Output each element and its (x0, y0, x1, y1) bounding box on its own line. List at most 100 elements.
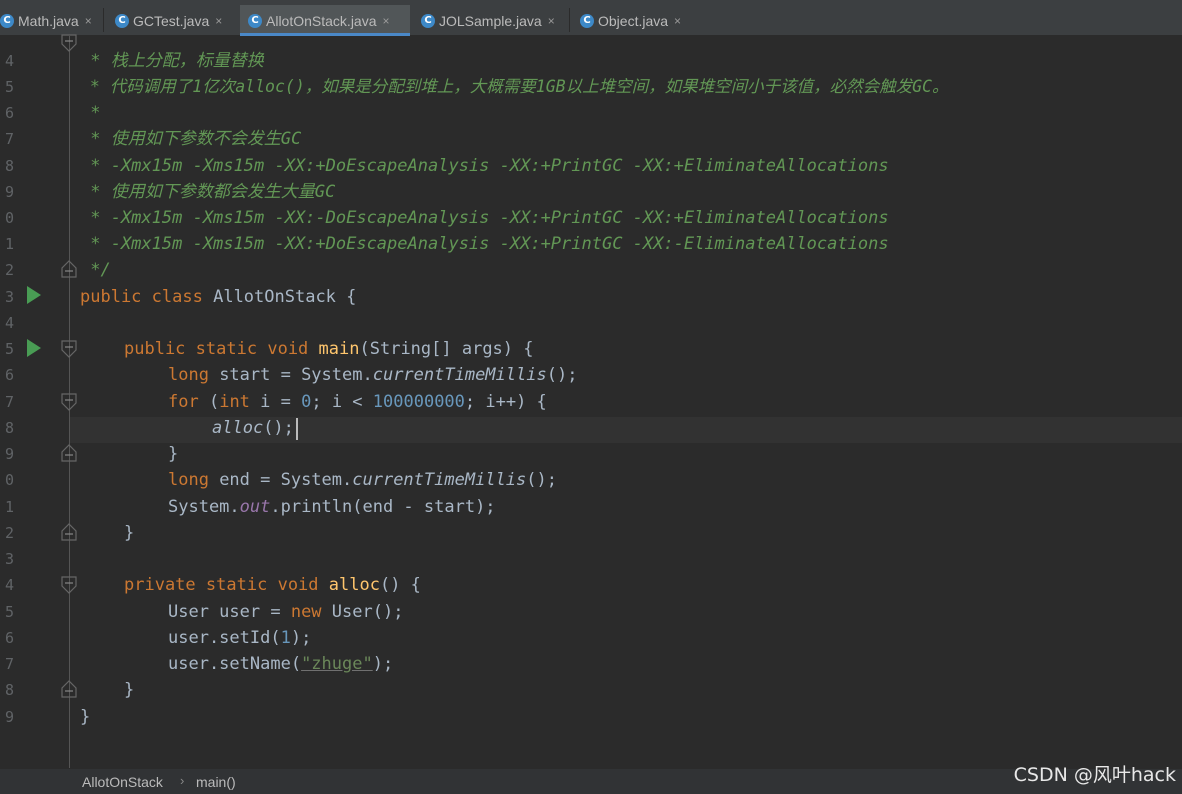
java-class-icon: C (115, 13, 129, 28)
code-text: user.setId( (168, 628, 281, 648)
code-text: User user = (168, 602, 291, 622)
fold-end-icon[interactable] (61, 523, 77, 541)
line-number: 3 (4, 550, 14, 568)
code-line-alloc-call: alloc(); (212, 415, 294, 441)
code-line-close-brace: } (168, 444, 179, 464)
code-keyword: long (168, 365, 209, 385)
run-class-icon[interactable] (27, 286, 41, 304)
line-number: 5 (4, 78, 14, 96)
code-comment-line: * (80, 103, 101, 123)
line-number: 0 (4, 471, 14, 489)
code-text: ( (198, 392, 220, 412)
code-text: start = System. (208, 365, 373, 385)
tab-jolsample-java[interactable]: C JOLSample.java × (421, 5, 566, 36)
line-number: 9 (4, 445, 14, 463)
tab-label: AllotOnStack.java (266, 12, 377, 29)
tab-divider (569, 8, 570, 32)
fold-icon[interactable] (61, 34, 77, 52)
code-number: 0 (301, 392, 312, 412)
close-icon[interactable]: × (548, 14, 555, 28)
code-text: end = System. (208, 470, 353, 490)
close-icon[interactable]: × (383, 14, 390, 28)
tab-label: GCTest.java (133, 12, 210, 29)
line-number: 2 (4, 524, 14, 542)
tab-allotonstack-java[interactable]: C AllotOnStack.java × (240, 5, 410, 36)
code-keyword: void (267, 339, 309, 359)
code-keyword: int (219, 392, 250, 412)
java-class-icon: C (580, 13, 594, 28)
breadcrumb: AllotOnStack › main() (0, 768, 1182, 794)
code-comment-line: * -Xmx15m -Xms15m -XX:+DoEscapeAnalysis … (80, 156, 889, 176)
editor-tab-bar: C Math.java × C GCTest.java × C AllotOnS… (0, 0, 1182, 36)
code-keyword: new (290, 602, 322, 622)
code-static-method: currentTimeMillis (352, 470, 527, 490)
code-line-close-brace: } (124, 680, 135, 700)
line-number: 0 (4, 209, 14, 227)
line-number: 4 (4, 576, 14, 594)
breadcrumb-method[interactable]: main() (196, 774, 236, 790)
java-class-icon: C (421, 13, 435, 28)
code-keyword: long (168, 470, 209, 490)
breadcrumb-class[interactable]: AllotOnStack (82, 774, 163, 790)
code-line-main-declaration: public static void main(String[] args) { (124, 336, 534, 362)
code-keyword: public (80, 287, 142, 307)
line-number: 4 (4, 52, 14, 70)
close-icon[interactable]: × (215, 14, 222, 28)
code-method-name: alloc (328, 575, 380, 595)
code-keyword: class (151, 287, 203, 307)
tab-label: Math.java (18, 12, 79, 29)
fold-end-icon[interactable] (61, 444, 77, 462)
code-comment-line: * -Xmx15m -Xms15m -XX:+DoEscapeAnalysis … (80, 234, 889, 254)
code-text: User(); (321, 602, 404, 622)
code-text: AllotOnStack { (202, 287, 357, 307)
line-number: 7 (4, 655, 14, 673)
code-static-field: out (239, 497, 271, 517)
code-text: ; i++) { (464, 392, 547, 412)
tab-gctest-java[interactable]: C GCTest.java × (115, 5, 237, 36)
code-line-end-time: long end = System.currentTimeMillis(); (168, 467, 557, 493)
tab-label: JOLSample.java (439, 12, 542, 29)
code-keyword: void (277, 575, 319, 595)
code-line-class-declaration: public class AllotOnStack { (80, 284, 356, 310)
code-number: 100000000 (372, 392, 465, 412)
run-main-icon[interactable] (27, 339, 41, 357)
fold-icon[interactable] (61, 576, 77, 594)
line-number: 9 (4, 183, 14, 201)
code-static-method: currentTimeMillis (372, 365, 547, 385)
line-number: 8 (4, 157, 14, 175)
fold-end-icon[interactable] (61, 680, 77, 698)
close-icon[interactable]: × (85, 14, 92, 28)
code-text: user.setName( (168, 654, 302, 674)
tab-label: Object.java (598, 12, 669, 29)
watermark: CSDN @风叶hack (1013, 764, 1176, 786)
line-number: 6 (4, 366, 14, 384)
fold-icon[interactable] (61, 340, 77, 358)
code-keyword: public (124, 339, 186, 359)
code-keyword: static (205, 575, 268, 595)
code-text: i = (249, 392, 302, 412)
code-text: (); (526, 470, 557, 490)
tab-object-java[interactable]: C Object.java × (580, 5, 700, 36)
tab-divider (103, 8, 104, 32)
code-number: 1 (280, 628, 291, 648)
text-caret (296, 418, 298, 440)
line-number: 7 (4, 130, 14, 148)
code-keyword: for (168, 392, 199, 412)
tab-math-java[interactable]: C Math.java × (0, 5, 103, 36)
line-number: 4 (4, 314, 14, 332)
line-number: 8 (4, 419, 14, 437)
code-keyword: private (124, 575, 196, 595)
code-text: ; i < (311, 392, 373, 412)
line-number: 5 (4, 340, 14, 358)
close-icon[interactable]: × (674, 14, 681, 28)
fold-end-icon[interactable] (61, 260, 77, 278)
java-class-icon: C (0, 13, 14, 28)
code-line-alloc-declaration: private static void alloc() { (124, 572, 421, 598)
code-method-call: alloc (212, 418, 264, 438)
line-number: 8 (4, 681, 14, 699)
line-number: 5 (4, 603, 14, 621)
line-number: 2 (4, 261, 14, 279)
line-number: 3 (4, 288, 14, 306)
code-comment-line: * 使用如下参数不会发生GC (80, 129, 302, 149)
fold-icon[interactable] (61, 393, 77, 411)
